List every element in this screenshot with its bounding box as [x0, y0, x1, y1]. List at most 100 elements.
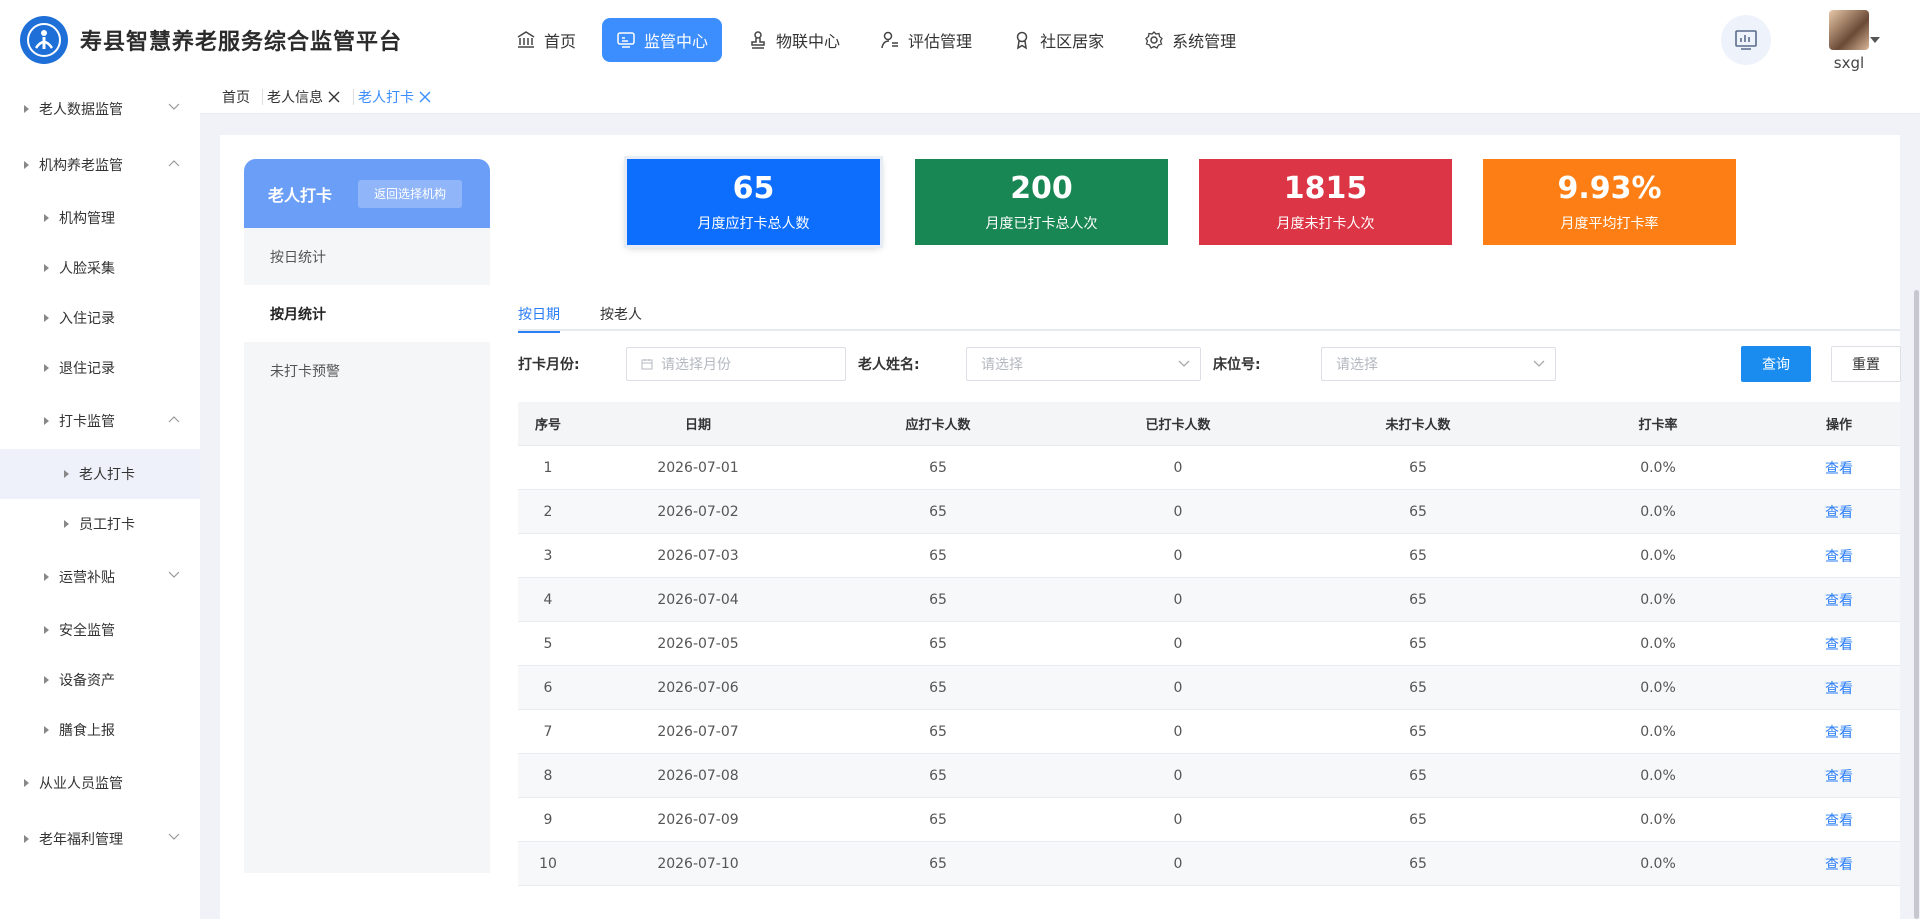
sidebar-item[interactable]: 机构管理	[0, 193, 200, 243]
table-cell: 0	[1173, 591, 1183, 608]
bed-select[interactable]: 请选择	[1321, 347, 1556, 381]
nav-home[interactable]: 首页	[502, 18, 590, 62]
sidebar-item[interactable]: 从业人员监管	[0, 758, 200, 808]
sidebar-item[interactable]: 安全监管	[0, 605, 200, 655]
table-cell: 0.0%	[1640, 811, 1676, 828]
table-cell: 65	[929, 459, 947, 476]
sidebar-item[interactable]: 膳食上报	[0, 705, 200, 755]
view-link[interactable]: 查看	[1778, 810, 1900, 830]
table-cell: 2026-07-10	[657, 855, 739, 872]
sidebar-item[interactable]: 员工打卡	[0, 499, 200, 549]
caret-right-icon	[64, 520, 69, 528]
table-cell: 0	[1173, 811, 1183, 828]
stat-card-missed[interactable]: 1815 月度未打卡人次	[1199, 159, 1452, 245]
top-header: 寿县智慧养老服务综合监管平台 首页 监管中心 物联中心 评估管理 社区居家 系统…	[0, 0, 1920, 80]
scrollbar[interactable]	[1914, 290, 1919, 919]
sidebar-item-label: 机构养老监管	[39, 158, 123, 174]
view-link[interactable]: 查看	[1778, 634, 1900, 654]
table-cell: 65	[1409, 723, 1427, 740]
dashboard-button[interactable]	[1721, 15, 1771, 65]
breadcrumb-elder-checkin[interactable]: 老人打卡	[358, 89, 444, 106]
checkin-table: 序号 日期 应打卡人数 已打卡人数 未打卡人数 打卡率 操作 1 2026-07-01 65 0 65…	[518, 402, 1900, 886]
table-header-cell: 序号	[534, 418, 561, 433]
view-link[interactable]: 查看	[1778, 458, 1900, 478]
breadcrumb-elder-info[interactable]: 老人信息	[267, 88, 354, 106]
tab-by-elder[interactable]: 按老人	[600, 296, 642, 331]
stat-label: 月度未打卡人次	[1276, 216, 1375, 232]
view-link[interactable]: 查看	[1778, 678, 1900, 698]
sidebar-item[interactable]: 老人打卡	[0, 449, 200, 499]
sidebar-item[interactable]: 退住记录	[0, 343, 200, 393]
elder-name-placeholder: 请选择	[981, 357, 1023, 373]
month-placeholder: 请选择月份	[661, 357, 731, 373]
stat-card-checked[interactable]: 200 月度已打卡总人次	[915, 159, 1168, 245]
table-cell: 0	[1173, 459, 1183, 476]
view-link[interactable]: 查看	[1778, 546, 1900, 566]
table-row: 1 2026-07-01 65 0 65 0.0% 查看	[518, 446, 1900, 490]
sidebar: 老人数据监管机构养老监管机构管理 人脸采集 入住记录 退住记录 打卡监管老人打卡员工打卡…	[0, 80, 200, 919]
sidebar-item-label: 老人打卡	[79, 467, 135, 483]
table-row: 9 2026-07-09 65 0 65 0.0% 查看	[518, 798, 1900, 842]
table-cell: 0.0%	[1640, 591, 1676, 608]
avatar[interactable]	[1829, 10, 1869, 50]
table-cell: 2	[543, 503, 553, 520]
back-to-institution-button[interactable]: 返回选择机构	[358, 179, 463, 208]
chevron-down-icon[interactable]	[1870, 37, 1880, 43]
sidebar-item[interactable]: 设备资产	[0, 655, 200, 705]
nav-monitor-center[interactable]: 监管中心	[602, 18, 723, 62]
sidebar-item[interactable]: 人脸采集	[0, 243, 200, 293]
reset-button[interactable]: 重置	[1831, 346, 1901, 382]
table-cell: 65	[1409, 635, 1427, 652]
stat-card-rate[interactable]: 9.93% 月度平均打卡率	[1483, 159, 1736, 245]
month-label: 打卡月份:	[518, 357, 580, 373]
query-button[interactable]: 查询	[1741, 346, 1811, 382]
table-cell: 4	[543, 591, 553, 608]
table-cell: 65	[1409, 547, 1427, 564]
table-cell: 6	[543, 679, 553, 696]
sidebar-item-label: 膳食上报	[59, 723, 115, 739]
breadcrumb: 首页 老人信息 老人打卡	[200, 80, 1920, 114]
monitor-icon	[617, 32, 635, 48]
table-header-row: 序号 日期 应打卡人数 已打卡人数 未打卡人数 打卡率 操作	[518, 402, 1900, 446]
sidebar-item[interactable]: 打卡监管	[0, 396, 200, 446]
view-link[interactable]: 查看	[1778, 590, 1900, 610]
stat-card-expected[interactable]: 65 月度应打卡总人数	[627, 159, 880, 245]
breadcrumb-home[interactable]: 首页	[222, 88, 263, 106]
month-picker[interactable]: 请选择月份	[626, 347, 846, 381]
bank-icon	[517, 31, 535, 48]
table-row: 10 2026-07-10 65 0 65 0.0% 查看	[518, 842, 1900, 886]
nav-iot-center[interactable]: 物联中心	[734, 18, 854, 62]
view-link[interactable]: 查看	[1778, 502, 1900, 522]
sidebar-item[interactable]: 运营补贴	[0, 552, 200, 602]
close-icon[interactable]	[418, 90, 432, 104]
bed-label: 床位号:	[1213, 357, 1261, 373]
caret-right-icon	[44, 314, 49, 322]
stat-value: 1815	[1283, 171, 1368, 206]
view-link[interactable]: 查看	[1778, 766, 1900, 786]
view-link[interactable]: 查看	[1778, 854, 1900, 874]
nav-assessment[interactable]: 评估管理	[866, 18, 986, 62]
sidebar-item-label: 安全监管	[59, 623, 115, 639]
close-icon[interactable]	[327, 90, 341, 104]
table-cell: 2026-07-05	[657, 635, 739, 652]
stat-value: 9.93%	[1557, 171, 1662, 206]
menu-missed-warning[interactable]: 未打卡预警	[244, 342, 490, 399]
table-cell: 65	[929, 855, 947, 872]
elder-name-label: 老人姓名:	[858, 357, 920, 373]
menu-monthly-stats[interactable]: 按月统计	[244, 285, 490, 342]
nav-community[interactable]: 社区居家	[998, 18, 1118, 62]
sidebar-item[interactable]: 老年福利管理	[0, 814, 200, 864]
stat-label: 月度已打卡总人次	[985, 216, 1098, 232]
view-link[interactable]: 查看	[1778, 722, 1900, 742]
sidebar-item[interactable]: 入住记录	[0, 293, 200, 343]
nav-system[interactable]: 系统管理	[1130, 18, 1250, 62]
tab-by-date[interactable]: 按日期	[518, 296, 560, 333]
elder-name-select[interactable]: 请选择	[966, 347, 1201, 381]
sidebar-item[interactable]: 机构养老监管	[0, 140, 200, 190]
nav-label: 系统管理	[1172, 32, 1237, 51]
table-cell: 0	[1173, 679, 1183, 696]
table-cell: 65	[1409, 503, 1427, 520]
sidebar-item[interactable]: 老人数据监管	[0, 84, 200, 134]
menu-daily-stats[interactable]: 按日统计	[244, 228, 490, 285]
table-header-cell: 日期	[684, 418, 711, 433]
